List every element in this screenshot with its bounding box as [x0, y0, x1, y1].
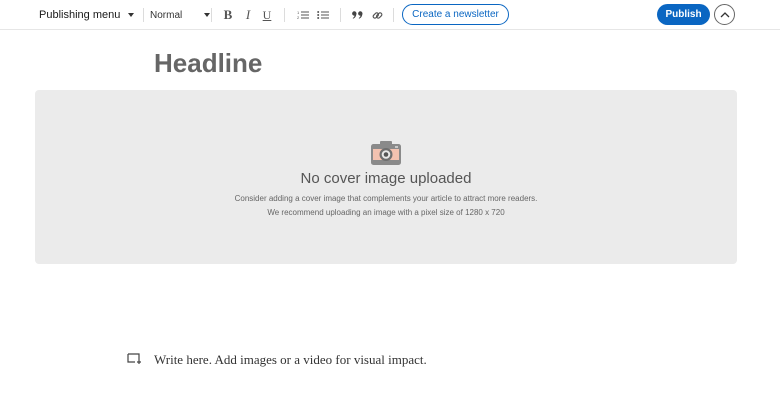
article-body-input[interactable]: Write here. Add images or a video for vi… [154, 352, 427, 368]
bulleted-list-icon [317, 11, 329, 19]
cover-image-size-hint: We recommend uploading an image with a p… [267, 208, 505, 217]
publish-button[interactable]: Publish [657, 4, 710, 25]
toolbar-divider [340, 8, 341, 22]
publishing-menu-label: Publishing menu [39, 9, 121, 21]
chevron-down-icon [128, 13, 135, 17]
publishing-menu-dropdown[interactable]: Publishing menu [39, 0, 135, 30]
create-newsletter-button[interactable]: Create a newsletter [402, 4, 509, 25]
camera-icon [371, 141, 401, 165]
collapse-toolbar-button[interactable] [714, 4, 735, 25]
text-style-label: Normal [150, 9, 183, 21]
text-style-dropdown[interactable]: Normal [150, 0, 211, 30]
toolbar-divider [393, 8, 394, 22]
quote-icon [351, 11, 362, 19]
bold-button[interactable]: B [218, 5, 238, 25]
quote-button[interactable] [347, 5, 367, 25]
chevron-up-icon [720, 11, 729, 17]
link-icon [372, 11, 382, 19]
media-insert-icon[interactable] [127, 353, 141, 365]
bulleted-list-button[interactable] [313, 5, 333, 25]
italic-button[interactable]: I [238, 5, 258, 25]
link-button[interactable] [367, 5, 387, 25]
chevron-down-icon [204, 13, 211, 17]
cover-image-title: No cover image uploaded [300, 170, 472, 187]
toolbar-divider [211, 8, 212, 22]
underline-button[interactable]: U [257, 5, 277, 25]
numbered-list-button[interactable]: 1 2 [293, 5, 313, 25]
headline-input[interactable]: Headline [154, 48, 262, 79]
cover-image-hint: Consider adding a cover image that compl… [234, 194, 538, 203]
svg-text:2: 2 [297, 15, 300, 20]
toolbar-divider [143, 8, 144, 22]
numbered-list-icon: 1 2 [297, 10, 309, 20]
toolbar-divider [284, 8, 285, 22]
cover-image-upload[interactable]: No cover image uploaded Consider adding … [35, 90, 737, 264]
editor-toolbar: Publishing menu Normal B I U 1 2 Create … [0, 0, 780, 30]
